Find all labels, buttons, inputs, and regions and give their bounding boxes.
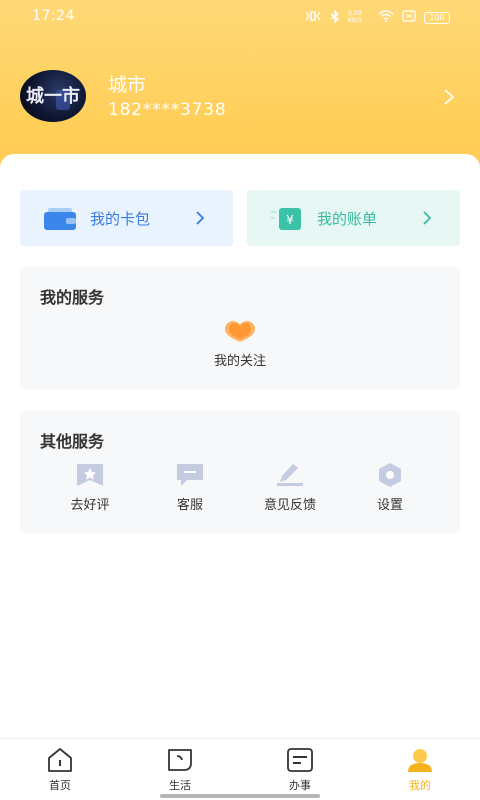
svg-text:¥: ¥ [286,213,294,227]
bill-card[interactable]: ¥ 我的账单 [247,190,460,246]
vibrate-icon [304,10,322,25]
wallet-icon [44,208,76,230]
pen-icon [277,464,303,486]
service-label: 我的关注 [213,354,266,369]
profile-name: 城市 [108,74,147,96]
tab-tasks[interactable]: 办事 [260,747,340,793]
tasks-icon [287,748,313,772]
tab-label: 我的 [409,779,431,792]
chat-icon [177,464,203,486]
svg-text:KB/S: KB/S [348,17,362,23]
status-icons: 0.00 KB/S 100 [304,8,450,26]
service-label: 客服 [176,498,203,513]
my-services-title: 我的服务 [40,288,105,307]
network-speed-icon: 0.00 KB/S [348,9,370,26]
bill-label: 我的账单 [317,210,378,228]
star-bookmark-icon [77,464,103,486]
service-customer-support[interactable]: 客服 [145,462,235,513]
service-label: 设置 [376,498,403,513]
home-icon [48,748,72,772]
bill-icon: ¥ [271,208,301,230]
tab-mine[interactable]: 我的 [380,747,460,793]
sim-icon [402,10,416,25]
status-time: 17:24 [32,8,75,24]
avatar[interactable]: 城一市 [20,70,86,122]
tab-home[interactable]: 首页 [20,747,100,793]
status-bar: 17:24 0.00 KB/S 100 [0,0,480,32]
life-icon [168,749,192,771]
heart-icon [225,321,255,342]
other-services-panel: 其他服务 去好评 客服 意见反馈 设置 [20,410,460,534]
tab-label: 首页 [49,779,71,792]
service-label: 去好评 [70,498,110,513]
wifi-icon [378,10,394,25]
other-services-title: 其他服务 [40,432,105,451]
chevron-right-icon [196,211,205,225]
tab-label: 办事 [289,779,311,792]
wallet-label: 我的卡包 [90,210,151,228]
wallet-card[interactable]: 我的卡包 [20,190,233,246]
bottom-tab-bar: 首页 生活 办事 我的 [0,738,480,800]
avatar-text: 城一市 [26,86,80,107]
bluetooth-icon [330,8,340,26]
service-rate-us[interactable]: 去好评 [45,462,135,513]
tab-life[interactable]: 生活 [140,747,220,793]
battery-icon: 100 [424,11,450,24]
service-label: 意见反馈 [263,498,316,513]
main-content: 我的卡包 ¥ 我的账单 我的服务 我的关注 其他服务 去好评 客服 意见反馈 设… [0,154,480,738]
home-indicator[interactable] [160,794,320,798]
tab-label: 生活 [169,779,191,792]
user-icon [408,749,432,772]
service-my-follow[interactable]: 我的关注 [195,318,285,369]
my-services-panel: 我的服务 我的关注 [20,266,460,390]
service-feedback[interactable]: 意见反馈 [245,462,335,513]
svg-text:0.00: 0.00 [348,10,362,17]
quick-cards: 我的卡包 ¥ 我的账单 [20,190,460,246]
profile-header[interactable]: 城一市 城市 182****3738 [20,70,460,126]
chevron-right-icon[interactable] [442,88,456,106]
profile-phone: 182****3738 [108,100,227,120]
gear-icon [379,463,401,487]
service-settings[interactable]: 设置 [345,462,435,513]
chevron-right-icon [423,211,432,225]
